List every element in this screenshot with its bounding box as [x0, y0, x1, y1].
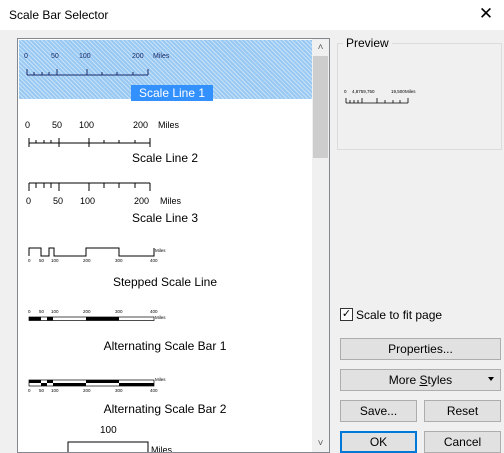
list-item-scale-line-1[interactable]: 0 50 100 200 Miles Scale Line 1 [18, 39, 312, 105]
tick-label-0: 0 [28, 309, 31, 314]
tick-label-200: 200 [134, 196, 149, 206]
list-item-alternating-scale-bar-2[interactable]: Miles 0 50 100 200 300 400 Alternating S… [18, 360, 312, 422]
tick-label-100: 100 [51, 388, 59, 393]
tick-label-50: 50 [52, 120, 62, 130]
ok-button[interactable]: OK [340, 431, 417, 453]
alternating-scale-bar-1-graphic: 0 50 100 200 300 400 Miles [28, 309, 166, 321]
chevron-up-icon: ˄ [317, 42, 324, 53]
tick-label-400: 400 [150, 309, 158, 314]
tick-label-200: 200 [133, 120, 148, 130]
tick-label-200: 200 [83, 258, 91, 263]
tick-label-50: 50 [53, 196, 63, 206]
tick-label-400: 400 [150, 388, 158, 393]
tick-label-200: 200 [132, 53, 144, 60]
tick-label-400: 400 [150, 258, 158, 263]
list-item-label: Alternating Scale Bar 2 [103, 402, 227, 416]
tick-label-0: 0 [26, 196, 31, 206]
tick-label-0: 0 [28, 388, 31, 393]
more-styles-button[interactable]: More Styles [340, 369, 501, 391]
reset-button[interactable]: Reset [424, 400, 501, 422]
tick-label-300: 300 [115, 309, 123, 314]
tick-label-0: 0 [25, 120, 30, 130]
close-button[interactable]: ✕ [474, 4, 498, 26]
tick-label-100: 100 [80, 196, 95, 206]
unit-label: Miles [155, 315, 166, 320]
partial-unit-label: Miles [151, 445, 173, 453]
alternating-scale-bar-2-graphic: Miles 0 50 100 200 300 400 [28, 377, 166, 393]
preview-scale-graphic: 0 4,8759,750 19,500 Miles [344, 89, 416, 104]
tick-label-50: 50 [39, 309, 45, 314]
unit-label: Miles [153, 53, 170, 60]
cancel-button[interactable]: Cancel [424, 431, 501, 453]
scroll-thumb[interactable] [313, 56, 328, 158]
unit-label: Miles [160, 196, 182, 206]
more-styles-label: More Styles [389, 373, 452, 387]
tick-label-0: 0 [28, 258, 31, 263]
tick-label-300: 300 [115, 388, 123, 393]
tick-label-100: 100 [79, 53, 91, 60]
tick-label-50: 50 [51, 53, 59, 60]
tick-label-100: 100 [51, 258, 59, 263]
list-item-alternating-scale-bar-1[interactable]: 0 50 100 200 300 400 Miles Alternating S… [18, 297, 312, 360]
scale-bar-style-list[interactable]: 0 50 100 200 Miles Scale Line 1 0 50 100… [17, 38, 330, 453]
scroll-down-arrow[interactable]: ˅ [312, 435, 329, 452]
preview-tick-0: 0 [344, 89, 347, 94]
scale-to-fit-checkbox[interactable]: ✓ [340, 308, 353, 321]
tick-label-200: 200 [83, 309, 91, 314]
partial-value-label: 100 [100, 425, 117, 436]
list-item-label: Alternating Scale Bar 1 [103, 339, 227, 353]
tick-label-300: 300 [115, 258, 123, 263]
unit-label: Miles [155, 377, 166, 382]
scale-line-2-graphic: 0 50 100 200 Miles [25, 120, 180, 147]
close-icon: ✕ [478, 4, 494, 23]
more-styles-label-accelerator: S [419, 373, 428, 387]
list-item-label: Stepped Scale Line [112, 275, 218, 289]
list-item-label: Scale Line 1 [131, 85, 213, 101]
more-styles-label-prefix: More [388, 373, 420, 387]
list-item-label: Scale Line 3 [131, 211, 199, 225]
stepped-scale-line-graphic: 0 50 100 200 300 400 Miles [28, 247, 166, 263]
tick-label-0: 0 [24, 53, 28, 60]
tick-label-100: 100 [79, 120, 94, 130]
tick-label-100: 100 [51, 309, 59, 314]
checkmark-icon: ✓ [341, 308, 352, 320]
chevron-down-icon: ˅ [317, 438, 324, 449]
more-styles-label-suffix: tyles [427, 373, 453, 387]
scale-line-1-graphic: 0 50 100 200 Miles [24, 53, 170, 76]
scale-to-fit-label: Scale to fit page [356, 308, 443, 322]
tick-label-200: 200 [83, 388, 91, 393]
tick-label-50: 50 [39, 258, 45, 263]
preview-tick-mid: 4,8759,750 [352, 89, 375, 94]
scale-line-3-graphic: 0 50 100 200 Miles [26, 182, 182, 206]
unit-label: Miles [155, 248, 166, 253]
preview-tick-end: 19,500 [391, 89, 405, 94]
tick-label-50: 50 [39, 388, 45, 393]
properties-button[interactable]: Properties... [340, 338, 501, 360]
scroll-up-arrow[interactable]: ˄ [312, 39, 329, 56]
partial-scale-graphic: 100 Miles [67, 425, 173, 453]
list-scrollbar[interactable]: ˄ ˅ [312, 39, 329, 452]
preview-panel: 0 4,8759,750 19,500 Miles [337, 43, 502, 150]
preview-label: Preview [343, 36, 392, 50]
window-title: Scale Bar Selector [9, 8, 109, 22]
list-item-stepped-scale-line[interactable]: 0 50 100 200 300 400 Miles Stepped Scale… [18, 231, 312, 297]
unit-label: Miles [158, 120, 180, 130]
preview-unit-label: Miles [405, 89, 416, 94]
list-item-scale-line-3[interactable]: 0 50 100 200 Miles Scale Line 3 [18, 168, 312, 231]
save-button[interactable]: Save... [340, 400, 417, 422]
list-item-partial[interactable]: 100 Miles [18, 422, 312, 453]
list-item-label: Scale Line 2 [131, 151, 199, 165]
title-bar: Scale Bar Selector ✕ [0, 0, 504, 30]
dropdown-arrow-icon [488, 377, 494, 381]
list-item-scale-line-2[interactable]: 0 50 100 200 Miles Scale Line 2 [18, 105, 312, 168]
